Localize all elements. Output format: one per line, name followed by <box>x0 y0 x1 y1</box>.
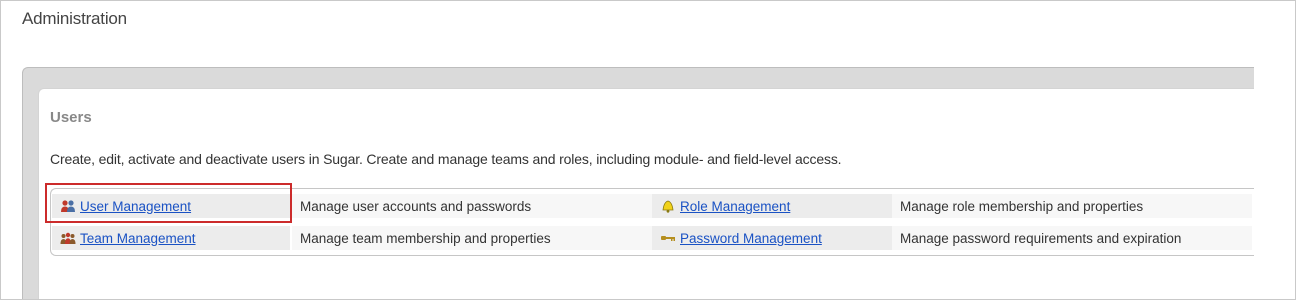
user-management-link[interactable]: User Management <box>80 199 191 214</box>
users-section-title: Users <box>50 109 92 126</box>
password-management-cell: Password Management <box>652 226 892 250</box>
role-management-cell: Role Management <box>652 194 892 218</box>
role-management-link[interactable]: Role Management <box>680 199 790 214</box>
user-management-description: Manage user accounts and passwords <box>292 194 652 218</box>
users-section-description: Create, edit, activate and deactivate us… <box>50 151 842 167</box>
role-management-description-text: Manage role membership and properties <box>900 198 1144 214</box>
page-title: Administration <box>22 9 127 28</box>
team-management-cell: Team Management <box>52 226 290 250</box>
password-management-description-text: Manage password requirements and expirat… <box>900 230 1182 246</box>
key-icon <box>660 231 676 245</box>
user-management-description-text: Manage user accounts and passwords <box>300 198 532 214</box>
team-management-description: Manage team membership and properties <box>292 226 652 250</box>
team-icon <box>60 231 76 245</box>
password-management-description: Manage password requirements and expirat… <box>892 226 1252 250</box>
team-management-description-text: Manage team membership and properties <box>300 230 551 246</box>
users-icon <box>60 199 76 213</box>
role-management-description: Manage role membership and properties <box>892 194 1252 218</box>
bell-icon <box>660 199 676 213</box>
password-management-link[interactable]: Password Management <box>680 231 822 246</box>
user-management-cell: User Management <box>52 194 290 218</box>
team-management-link[interactable]: Team Management <box>80 231 196 246</box>
